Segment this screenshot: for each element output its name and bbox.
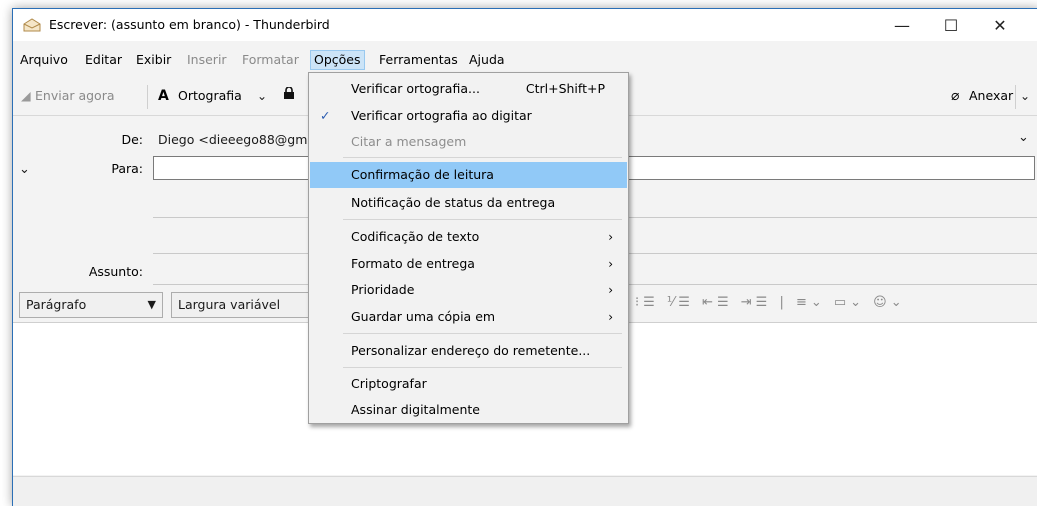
menu-exibir[interactable]: Exibir [133,51,174,69]
menu-item-label: Verificar ortografia... [351,81,480,96]
menu-separator [343,333,622,334]
minimize-button[interactable]: — [879,9,925,41]
to-label: Para: [111,161,143,176]
menu-editar[interactable]: Editar [82,51,125,69]
chevron-down-icon[interactable]: ⌄ [19,162,30,177]
spelling-dropdown-icon[interactable]: ⌄ [257,83,267,109]
formatting-icons[interactable]: ⁝☰ ⅟☰ ⇤☰ ⇥☰ | ≡⌄ ▭⌄ ☺⌄ [635,295,906,310]
menu-separator [343,367,622,368]
menu-item-label: Verificar ortografia ao digitar [351,108,532,123]
send-icon: ◢ [21,88,31,103]
menu-ferramentas[interactable]: Ferramentas [376,51,461,69]
menu-inserir[interactable]: Inserir [184,51,230,69]
menu-item-prioridade[interactable]: Prioridade › [310,277,627,303]
lock-icon[interactable] [283,87,295,99]
menu-separator [343,219,622,220]
menu-arquivo[interactable]: Arquivo [17,51,71,69]
menu-item-guardar-copia[interactable]: Guardar uma cópia em › [310,304,627,330]
compose-app-icon [23,18,41,32]
submenu-arrow-icon: › [608,283,613,297]
status-bar [13,476,1037,506]
menu-item-assinar[interactable]: Assinar digitalmente [310,397,627,423]
from-select[interactable]: Diego <dieeego88@gm [158,132,307,147]
menu-item-verificar-ao-digitar[interactable]: ✓ Verificar ortografia ao digitar [310,103,627,129]
menu-item-label: Codificação de texto [351,229,480,244]
menu-item-label: Guardar uma cópia em [351,309,496,324]
chevron-down-icon[interactable]: ⌄ [1018,130,1029,145]
menu-item-label: Citar a mensagem [351,134,467,149]
paragraph-select[interactable]: Parágrafo ▼ [19,292,163,318]
menu-opcoes[interactable]: Opções [310,50,365,70]
toolbar-separator [147,85,148,109]
spelling-button[interactable]: A Ortografia [158,83,242,109]
maximize-button[interactable]: ☐ [928,9,974,41]
menu-item-personalizar-remetente[interactable]: Personalizar endereço do remetente... [310,338,627,364]
menu-item-criptografar[interactable]: Criptografar [310,371,627,397]
menu-item-shortcut: Ctrl+Shift+P [525,81,605,96]
menu-item-label: Formato de entrega [351,256,475,271]
menu-formatar[interactable]: Formatar [239,51,302,69]
paperclip-icon: ⌀ [951,88,960,104]
menu-bar: Arquivo Editar Exibir Inserir Formatar O… [13,49,1037,71]
menu-item-formato-entrega[interactable]: Formato de entrega › [310,251,627,277]
paragraph-select-value: Parágrafo [26,297,87,312]
menu-item-confirmacao-leitura[interactable]: Confirmação de leitura [310,162,627,188]
menu-ajuda[interactable]: Ajuda [466,51,508,69]
menu-item-codificacao[interactable]: Codificação de texto › [310,224,627,250]
menu-item-label: Personalizar endereço do remetente... [351,343,591,358]
submenu-arrow-icon: › [608,230,613,244]
menu-item-notificacao-entrega[interactable]: Notificação de status da entrega [310,190,627,216]
attach-button[interactable]: ⌀ Anexar [949,83,1013,109]
menu-item-label: Criptografar [351,376,427,391]
window-title: Escrever: (assunto em branco) - Thunderb… [49,17,330,32]
options-menu: Verificar ortografia... Ctrl+Shift+P ✓ V… [308,72,629,424]
submenu-arrow-icon: › [608,310,613,324]
submenu-arrow-icon: › [608,257,613,271]
menu-item-label: Prioridade [351,282,415,297]
title-bar: Escrever: (assunto em branco) - Thunderb… [13,9,1037,41]
from-label: De: [121,132,143,147]
subject-label: Assunto: [88,264,143,279]
menu-item-label: Notificação de status da entrega [351,195,556,210]
send-now-label: Enviar agora [35,88,115,103]
attach-dropdown-icon[interactable]: ⌄ [1020,83,1030,109]
spelling-icon: A [158,88,169,104]
menu-separator [343,157,622,158]
spelling-label: Ortografia [178,88,242,103]
menu-item-label: Assinar digitalmente [351,402,480,417]
menu-item-verificar-ortografia[interactable]: Verificar ortografia... Ctrl+Shift+P [310,76,627,102]
menu-item-label: Confirmação de leitura [351,167,494,182]
checkmark-icon: ✓ [320,108,331,123]
close-button[interactable]: ✕ [977,9,1023,41]
attach-label: Anexar [969,88,1014,103]
font-select-value: Largura variável [178,297,281,312]
menu-item-citar-mensagem[interactable]: Citar a mensagem [310,129,627,155]
chevron-down-icon: ▼ [147,298,156,311]
font-select[interactable]: Largura variável [171,292,313,318]
toolbar-separator [1015,85,1016,109]
send-now-button[interactable]: ◢ Enviar agora [19,83,115,109]
